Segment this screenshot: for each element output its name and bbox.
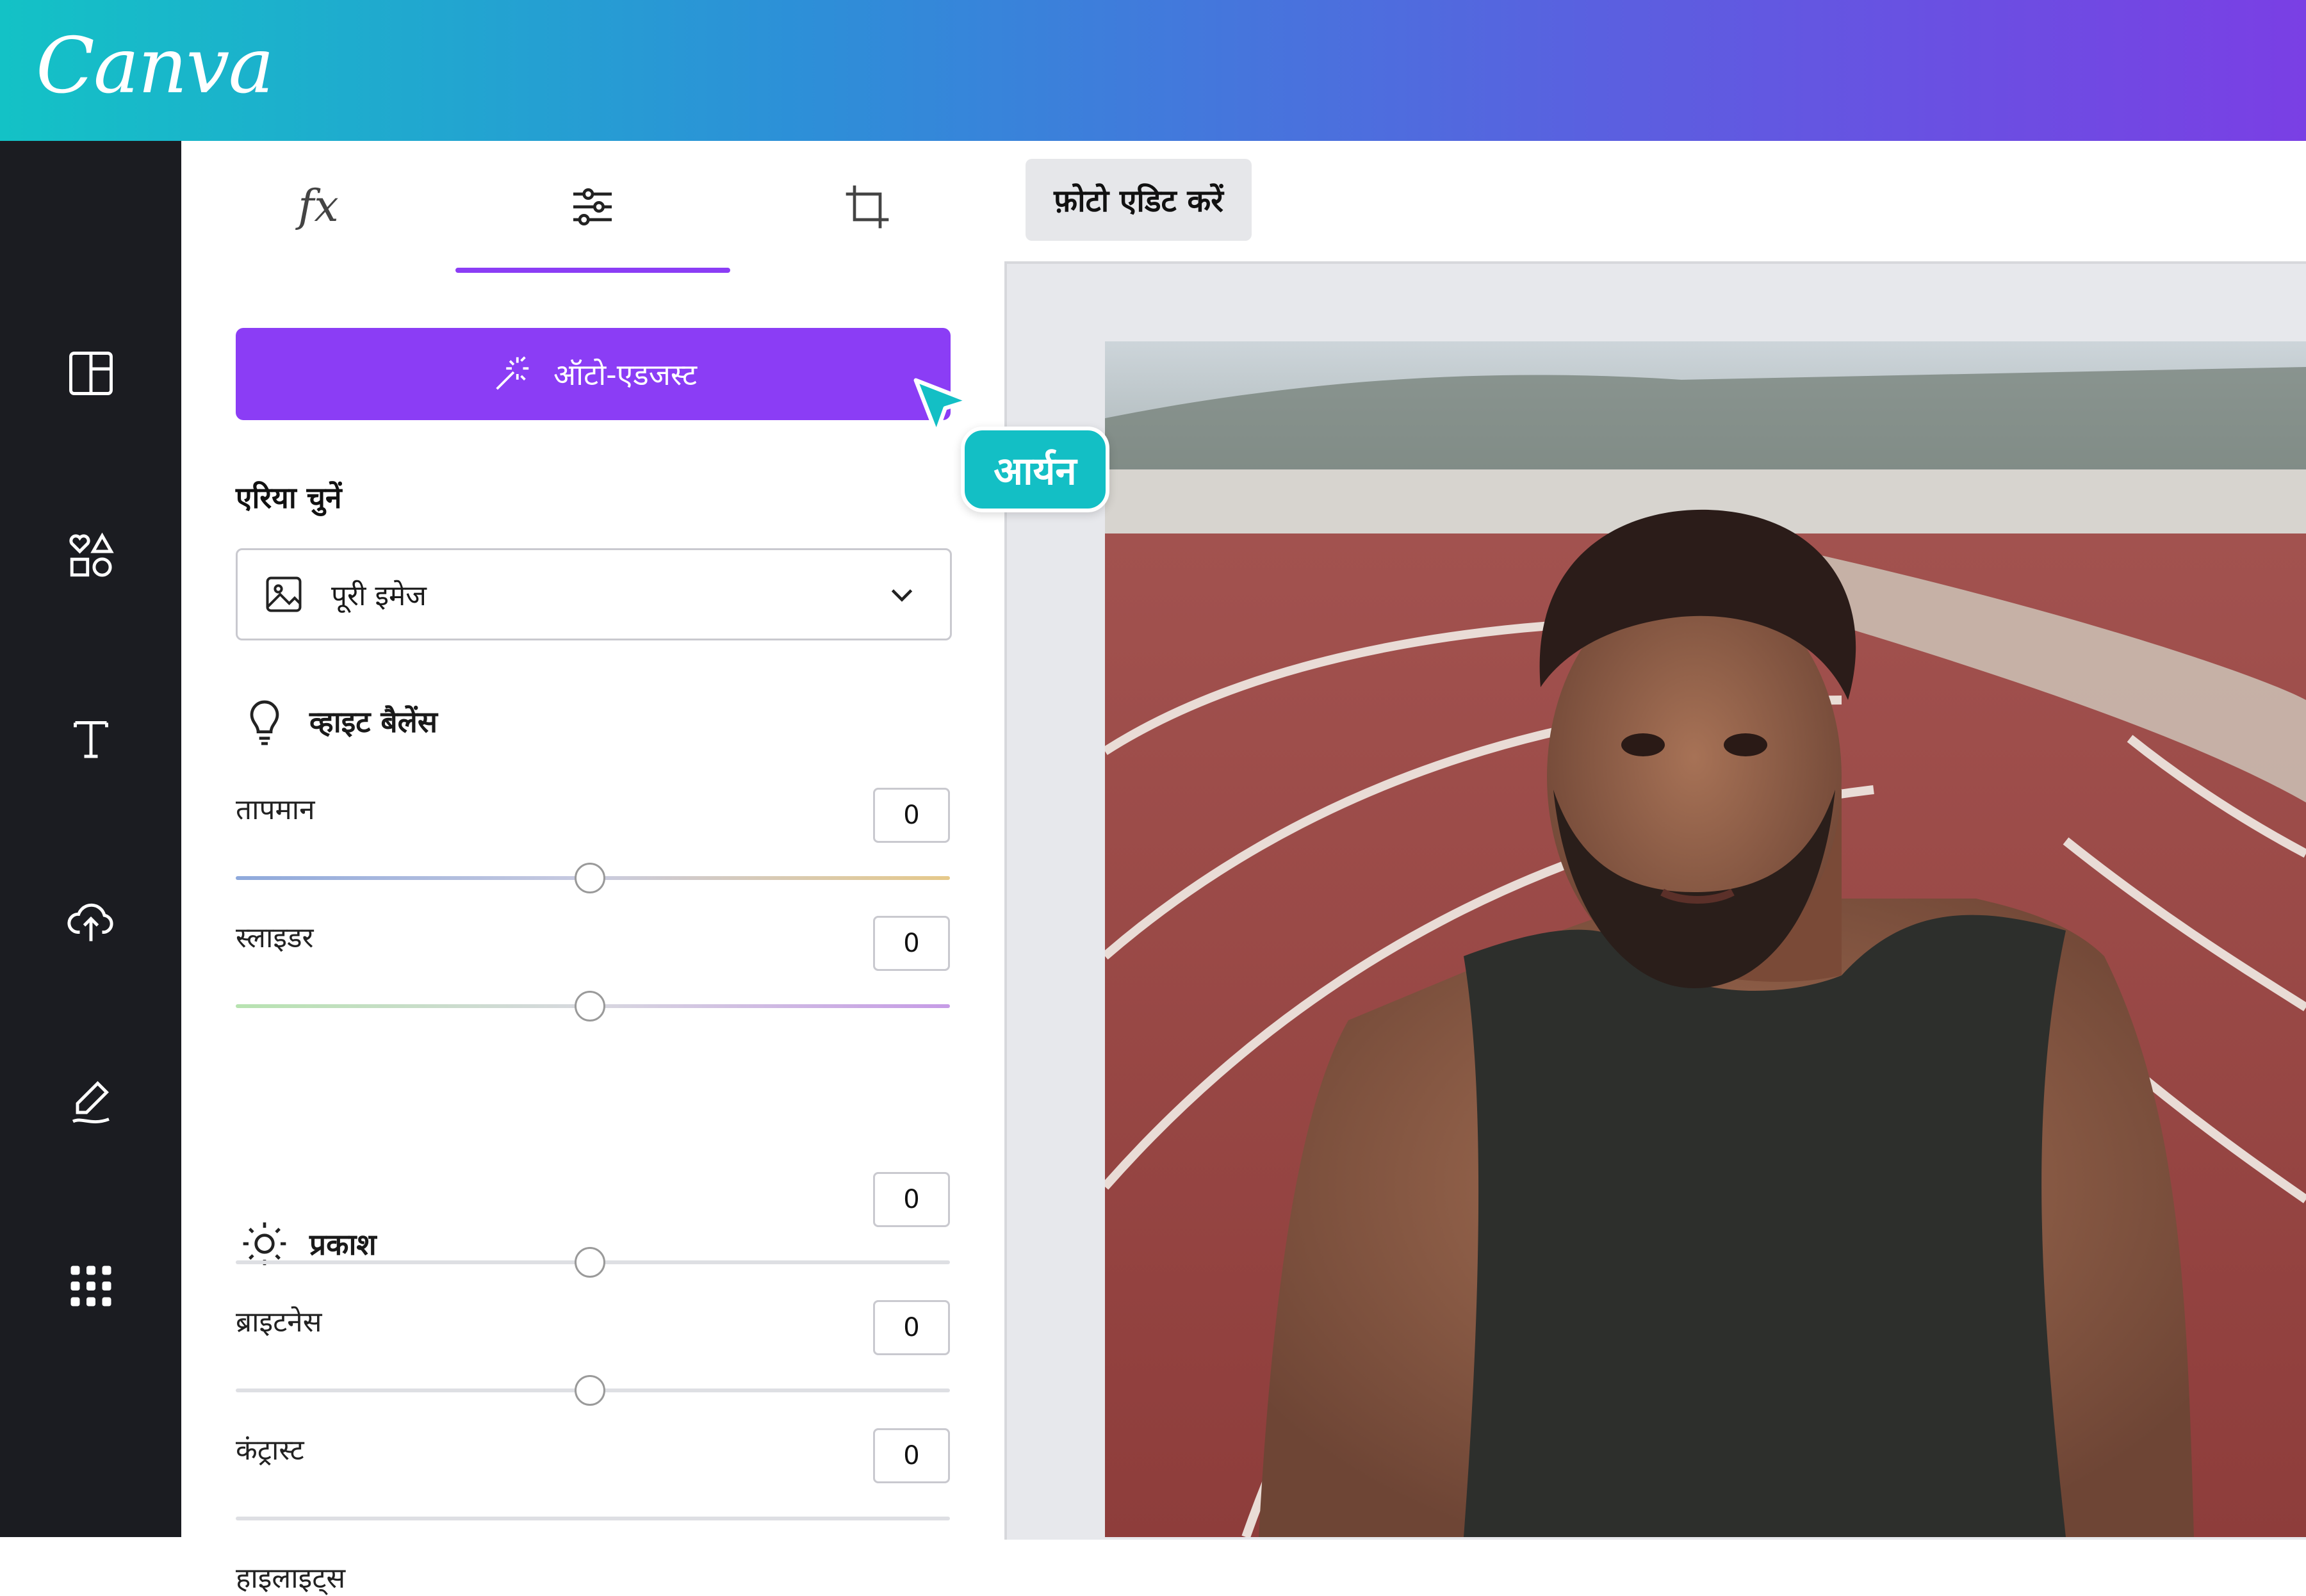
sidebar-item-draw[interactable] — [0, 1049, 181, 1158]
select-area-label: एरिया चुनें — [236, 480, 342, 515]
contrast-slider-handle[interactable] — [575, 1375, 605, 1406]
apps-icon — [70, 1266, 111, 1307]
lightbulb-icon — [250, 700, 279, 745]
magic-wand-icon — [496, 356, 529, 390]
contrast-input[interactable]: 0 — [873, 1300, 950, 1355]
edit-panel: fx ऑटो-एडजस्ट एरिया चुनें पूरी इमेज व्हा… — [181, 141, 1004, 1595]
tab-crop[interactable] — [730, 141, 1004, 272]
effects-icon: fx — [298, 181, 339, 232]
sidebar-item-text[interactable] — [0, 684, 181, 793]
tint-label: स्लाइडर — [236, 922, 314, 954]
highlights-input[interactable]: 0 — [873, 1428, 950, 1483]
brightness-label: ब्राइटनेस — [236, 1306, 322, 1339]
white-balance-title: व्हाइट बैलेंस — [309, 704, 437, 739]
sidebar-item-templates[interactable] — [0, 319, 181, 428]
temperature-label: तापमान — [236, 794, 315, 826]
temperature-slider-handle[interactable] — [575, 863, 605, 893]
edit-photo-button[interactable]: फ़ोटो एडिट करें — [1026, 159, 1252, 241]
brightness-slider-handle[interactable] — [575, 1247, 605, 1278]
photo-canvas[interactable] — [1105, 341, 2306, 1537]
chevron-down-icon — [891, 589, 913, 602]
athlete-photo — [1105, 341, 2306, 1537]
tint-slider-handle[interactable] — [575, 991, 605, 1022]
canva-logo[interactable]: Canva — [36, 22, 274, 111]
tab-effects[interactable]: fx — [181, 141, 455, 272]
draw-icon — [72, 1081, 110, 1123]
sidebar-item-elements[interactable] — [0, 501, 181, 610]
white-balance-header: व्हाइट बैलेंस — [239, 696, 437, 747]
sidebar-item-apps[interactable] — [0, 1232, 181, 1340]
highlights-slider-track[interactable] — [236, 1517, 950, 1520]
contrast-label: कंट्रास्ट — [236, 1434, 304, 1467]
light-title: प्रकाश — [309, 1227, 377, 1262]
sidebar-rail — [0, 141, 181, 1537]
top-bar: Canva — [0, 0, 2306, 141]
temperature-input[interactable]: 0 — [873, 788, 950, 843]
upload-icon — [67, 903, 113, 941]
auto-adjust-button[interactable]: ऑटो-एडजस्ट — [236, 328, 951, 420]
active-tab-indicator — [455, 268, 730, 273]
sidebar-item-uploads[interactable] — [0, 867, 181, 975]
collaborator-name-tag: आर्यन — [961, 427, 1109, 512]
auto-adjust-label: ऑटो-एडजस्ट — [553, 357, 697, 392]
collaborator-cursor-icon — [913, 378, 971, 436]
crop-icon — [846, 185, 889, 228]
layout-icon — [69, 352, 113, 395]
image-icon — [266, 576, 302, 612]
elements-icon — [69, 532, 114, 577]
highlights-label: हाइलाइट्स — [236, 1562, 346, 1595]
brightness-input[interactable]: 0 — [873, 1172, 950, 1227]
tab-adjust[interactable] — [455, 141, 730, 272]
tint-input[interactable]: 0 — [873, 916, 950, 971]
adjust-icon — [573, 188, 612, 225]
area-select[interactable]: पूरी इमेज — [236, 548, 952, 640]
text-icon — [73, 721, 108, 758]
area-select-value: पूरी इमेज — [331, 580, 427, 612]
